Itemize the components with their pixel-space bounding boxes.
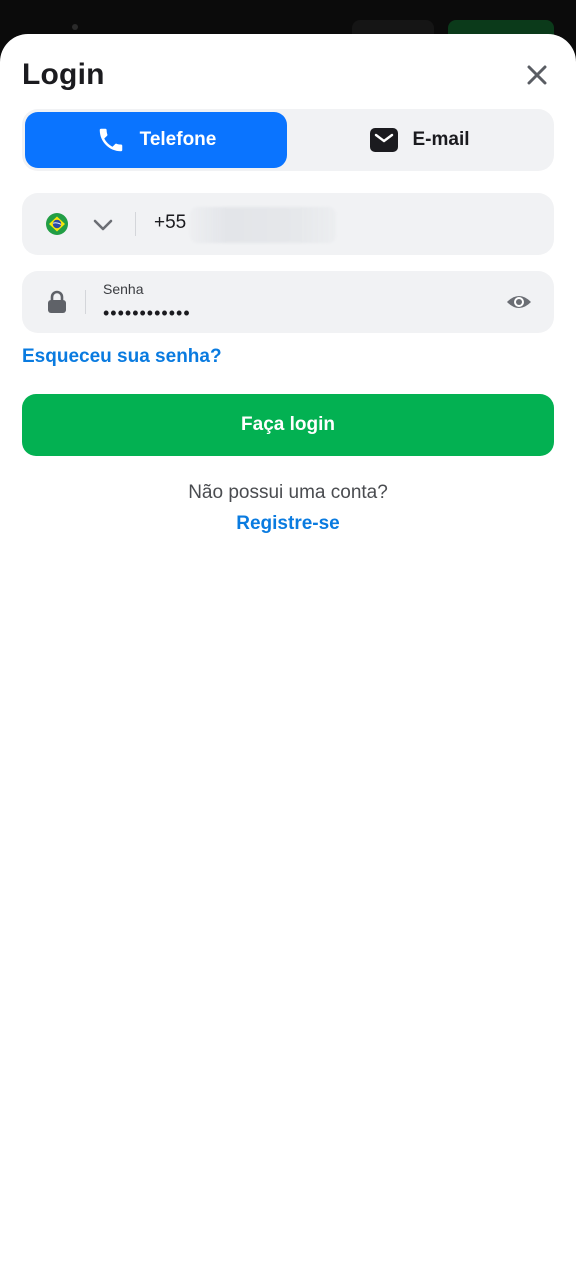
login-sheet: Login Telefone E-mail +55 Senha ••••••••… bbox=[0, 34, 576, 1280]
chevron-down-icon[interactable] bbox=[92, 214, 114, 236]
background-dot bbox=[72, 24, 78, 30]
close-button[interactable] bbox=[520, 58, 554, 92]
password-label: Senha bbox=[103, 281, 144, 297]
tab-email-label: E-mail bbox=[412, 129, 470, 150]
password-input[interactable] bbox=[103, 301, 483, 325]
phone-input[interactable] bbox=[190, 207, 336, 243]
password-divider bbox=[85, 290, 86, 314]
modal-title: Login bbox=[22, 58, 105, 91]
phone-divider bbox=[135, 212, 136, 236]
tab-telefone[interactable]: Telefone bbox=[25, 112, 287, 168]
tab-telefone-label: Telefone bbox=[139, 129, 217, 150]
lock-icon bbox=[48, 290, 66, 313]
screen: Login Telefone E-mail +55 Senha ••••••••… bbox=[0, 0, 576, 1280]
brazil-flag-icon[interactable] bbox=[46, 213, 68, 235]
phone-icon bbox=[99, 128, 122, 152]
password-field: Senha bbox=[22, 271, 554, 333]
tab-email[interactable]: E-mail bbox=[289, 112, 551, 168]
login-button[interactable]: Faça login bbox=[22, 394, 554, 456]
no-account-text: Não possui uma conta? bbox=[188, 482, 388, 503]
mail-icon bbox=[370, 128, 399, 152]
phone-field: +55 bbox=[22, 193, 554, 255]
close-icon bbox=[527, 65, 547, 85]
login-method-tabs: Telefone E-mail bbox=[22, 109, 554, 171]
forgot-password-link[interactable]: Esqueceu sua senha? bbox=[22, 346, 222, 368]
dial-code: +55 bbox=[154, 212, 187, 233]
eye-icon[interactable] bbox=[506, 291, 532, 313]
register-link[interactable]: Registre-se bbox=[0, 513, 576, 535]
